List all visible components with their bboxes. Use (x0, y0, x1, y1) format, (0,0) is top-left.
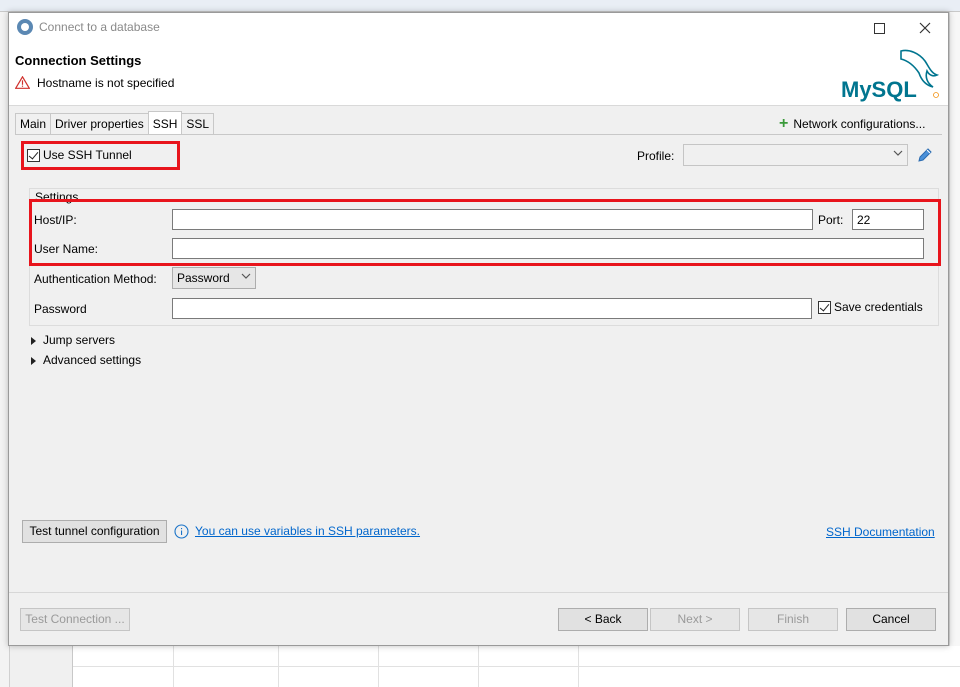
finish-button[interactable]: Finish (748, 608, 838, 631)
close-window-button[interactable] (902, 13, 948, 43)
username-input[interactable] (172, 238, 924, 259)
background-app-right-panel (949, 12, 960, 687)
profile-label: Profile: (637, 149, 675, 163)
host-label: Host/IP: (34, 213, 77, 227)
auth-method-select[interactable]: Password (172, 267, 256, 289)
port-label: Port: (818, 213, 844, 227)
dialog-titlebar: Connect to a database (9, 13, 948, 43)
ssh-tab-content: Use SSH Tunnel Profile: Settings Host/IP… (15, 135, 942, 593)
connect-to-database-dialog: Connect to a database Connection Setting… (8, 12, 949, 646)
tab-ssh[interactable]: SSH (147, 111, 183, 135)
tab-bar: Main Driver properties SSH SSL (15, 111, 215, 135)
background-app-toolbar (0, 0, 960, 12)
checkbox-icon[interactable] (818, 300, 831, 314)
close-icon (919, 22, 931, 34)
dbeaver-icon (17, 19, 33, 35)
background-app-grid (72, 646, 960, 687)
test-tunnel-button[interactable]: Test tunnel configuration (22, 520, 167, 543)
error-message: Hostname is not specified (37, 76, 175, 90)
password-label: Password (34, 302, 87, 316)
advanced-settings-section[interactable]: Advanced settings (31, 353, 141, 367)
jump-servers-section[interactable]: Jump servers (31, 333, 115, 347)
save-credentials-checkbox[interactable]: Save credentials (818, 300, 923, 314)
page-title: Connection Settings (15, 53, 142, 68)
chevron-down-icon (241, 271, 251, 284)
ssh-variables-link[interactable]: You can use variables in SSH parameters. (195, 524, 420, 538)
ssh-documentation-link[interactable]: SSH Documentation (826, 525, 935, 539)
checkbox-icon[interactable] (27, 148, 40, 162)
expand-arrow-icon[interactable] (31, 336, 36, 345)
profile-select[interactable] (683, 144, 908, 166)
expand-arrow-icon[interactable] (31, 356, 36, 365)
tab-driver-properties[interactable]: Driver properties (50, 113, 149, 135)
port-input[interactable] (852, 209, 924, 230)
back-button[interactable]: < Back (558, 608, 648, 631)
maximize-button[interactable] (856, 13, 902, 43)
auth-method-label: Authentication Method: (34, 272, 157, 286)
mysql-logo: MySQL (841, 49, 940, 102)
pencil-icon (918, 148, 932, 162)
plus-icon: + (779, 115, 789, 132)
cancel-button[interactable]: Cancel (846, 608, 936, 631)
username-label: User Name: (34, 242, 99, 256)
warning-icon (15, 76, 30, 89)
window-title: Connect to a database (39, 20, 160, 34)
network-configurations-label: Network configurations... (793, 117, 926, 131)
use-ssh-tunnel-checkbox[interactable]: Use SSH Tunnel (27, 148, 132, 162)
tab-ssl[interactable]: SSL (181, 113, 215, 135)
tab-main[interactable]: Main (15, 113, 52, 135)
advanced-settings-label: Advanced settings (43, 353, 142, 367)
info-icon (174, 524, 189, 539)
next-button[interactable]: Next > (650, 608, 740, 631)
maximize-icon (873, 22, 885, 34)
password-input[interactable] (172, 298, 812, 319)
host-input[interactable] (172, 209, 813, 230)
auth-method-value: Password (177, 271, 230, 285)
jump-servers-label: Jump servers (43, 333, 116, 347)
svg-text:MySQL: MySQL (841, 77, 917, 102)
save-credentials-label: Save credentials (834, 300, 923, 314)
test-connection-button[interactable]: Test Connection ... (20, 608, 130, 631)
network-configurations-button[interactable]: + Network configurations... (779, 115, 926, 132)
footer-divider (9, 592, 948, 593)
chevron-down-icon (893, 148, 903, 161)
dialog-header: Connection Settings Hostname is not spec… (9, 43, 948, 106)
use-ssh-tunnel-label: Use SSH Tunnel (43, 148, 132, 162)
edit-profile-button[interactable] (916, 146, 934, 164)
